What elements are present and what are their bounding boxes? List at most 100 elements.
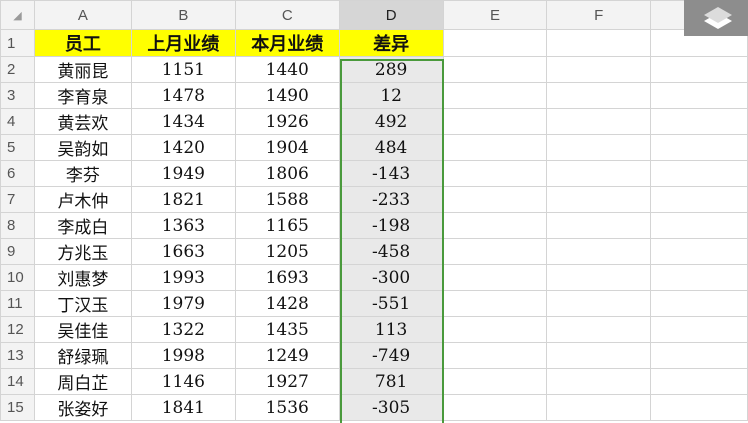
difference-cell[interactable]: 781 xyxy=(338,368,444,395)
empty-cell[interactable] xyxy=(442,394,548,421)
empty-cell[interactable] xyxy=(442,212,548,239)
this-month-cell[interactable]: 1806 xyxy=(234,160,340,187)
empty-cell[interactable] xyxy=(546,238,652,265)
row-header[interactable]: 15 xyxy=(0,394,35,421)
empty-cell[interactable] xyxy=(650,238,748,265)
column-header-d[interactable]: D xyxy=(338,0,444,30)
this-month-cell[interactable]: 1904 xyxy=(234,134,340,161)
empty-cell[interactable] xyxy=(546,134,652,161)
column-header-a[interactable]: A xyxy=(33,0,132,30)
empty-cell[interactable] xyxy=(442,290,548,317)
column-header-b[interactable]: B xyxy=(130,0,236,30)
this-month-cell[interactable]: 1165 xyxy=(234,212,340,239)
employee-cell[interactable]: 丁汉玉 xyxy=(33,290,132,317)
header-cell[interactable]: 员工 xyxy=(33,29,132,57)
empty-cell[interactable] xyxy=(650,394,748,421)
empty-cell[interactable] xyxy=(546,56,652,83)
empty-cell[interactable] xyxy=(546,212,652,239)
empty-cell[interactable] xyxy=(546,368,652,395)
row-header[interactable]: 3 xyxy=(0,82,35,109)
column-header-f[interactable]: F xyxy=(546,0,652,30)
difference-cell[interactable]: -458 xyxy=(338,238,444,265)
employee-cell[interactable]: 吴佳佳 xyxy=(33,316,132,343)
empty-cell[interactable] xyxy=(650,212,748,239)
this-month-cell[interactable]: 1693 xyxy=(234,264,340,291)
last-month-cell[interactable]: 1998 xyxy=(130,342,236,369)
empty-cell[interactable] xyxy=(546,316,652,343)
empty-cell[interactable] xyxy=(650,82,748,109)
row-header[interactable]: 8 xyxy=(0,212,35,239)
difference-cell[interactable]: 289 xyxy=(338,56,444,83)
empty-cell[interactable] xyxy=(442,56,548,83)
this-month-cell[interactable]: 1440 xyxy=(234,56,340,83)
last-month-cell[interactable]: 1993 xyxy=(130,264,236,291)
row-header[interactable]: 1 xyxy=(0,29,35,57)
row-header[interactable]: 11 xyxy=(0,290,35,317)
empty-cell[interactable] xyxy=(650,264,748,291)
last-month-cell[interactable]: 1363 xyxy=(130,212,236,239)
difference-cell[interactable]: -300 xyxy=(338,264,444,291)
row-header[interactable]: 4 xyxy=(0,108,35,135)
difference-cell[interactable]: -198 xyxy=(338,212,444,239)
difference-cell[interactable]: -749 xyxy=(338,342,444,369)
empty-cell[interactable] xyxy=(442,238,548,265)
this-month-cell[interactable]: 1927 xyxy=(234,368,340,395)
difference-cell[interactable]: -551 xyxy=(338,290,444,317)
last-month-cell[interactable]: 1420 xyxy=(130,134,236,161)
empty-cell[interactable] xyxy=(442,368,548,395)
row-header[interactable]: 9 xyxy=(0,238,35,265)
difference-cell[interactable]: 113 xyxy=(338,316,444,343)
empty-cell[interactable] xyxy=(650,134,748,161)
last-month-cell[interactable]: 1821 xyxy=(130,186,236,213)
employee-cell[interactable]: 方兆玉 xyxy=(33,238,132,265)
row-header[interactable]: 5 xyxy=(0,134,35,161)
header-cell[interactable]: 本月业绩 xyxy=(234,29,340,57)
empty-cell[interactable] xyxy=(650,342,748,369)
employee-cell[interactable]: 张姿好 xyxy=(33,394,132,421)
last-month-cell[interactable]: 1146 xyxy=(130,368,236,395)
empty-cell[interactable] xyxy=(650,368,748,395)
this-month-cell[interactable]: 1249 xyxy=(234,342,340,369)
this-month-cell[interactable]: 1490 xyxy=(234,82,340,109)
column-header-c[interactable]: C xyxy=(234,0,340,30)
empty-cell[interactable] xyxy=(442,82,548,109)
this-month-cell[interactable]: 1588 xyxy=(234,186,340,213)
empty-cell[interactable] xyxy=(650,186,748,213)
empty-cell[interactable] xyxy=(546,342,652,369)
difference-cell[interactable]: 484 xyxy=(338,134,444,161)
row-header[interactable]: 13 xyxy=(0,342,35,369)
last-month-cell[interactable]: 1151 xyxy=(130,56,236,83)
column-header-e[interactable]: E xyxy=(442,0,548,30)
empty-cell[interactable] xyxy=(442,29,548,57)
last-month-cell[interactable]: 1663 xyxy=(130,238,236,265)
employee-cell[interactable]: 黄芸欢 xyxy=(33,108,132,135)
employee-cell[interactable]: 李芬 xyxy=(33,160,132,187)
empty-cell[interactable] xyxy=(442,186,548,213)
row-header[interactable]: 12 xyxy=(0,316,35,343)
row-header[interactable]: 6 xyxy=(0,160,35,187)
last-month-cell[interactable]: 1478 xyxy=(130,82,236,109)
difference-cell[interactable]: -305 xyxy=(338,394,444,421)
this-month-cell[interactable]: 1205 xyxy=(234,238,340,265)
employee-cell[interactable]: 李成白 xyxy=(33,212,132,239)
row-header[interactable]: 10 xyxy=(0,264,35,291)
employee-cell[interactable]: 舒绿珮 xyxy=(33,342,132,369)
this-month-cell[interactable]: 1926 xyxy=(234,108,340,135)
select-all-corner[interactable]: ◢ xyxy=(0,0,35,30)
empty-cell[interactable] xyxy=(546,186,652,213)
employee-cell[interactable]: 刘惠梦 xyxy=(33,264,132,291)
empty-cell[interactable] xyxy=(442,316,548,343)
empty-cell[interactable] xyxy=(442,134,548,161)
empty-cell[interactable] xyxy=(442,342,548,369)
difference-cell[interactable]: 492 xyxy=(338,108,444,135)
last-month-cell[interactable]: 1322 xyxy=(130,316,236,343)
last-month-cell[interactable]: 1841 xyxy=(130,394,236,421)
row-header[interactable]: 14 xyxy=(0,368,35,395)
difference-cell[interactable]: -143 xyxy=(338,160,444,187)
empty-cell[interactable] xyxy=(650,108,748,135)
header-cell[interactable]: 差异 xyxy=(338,29,444,57)
employee-cell[interactable]: 周白芷 xyxy=(33,368,132,395)
employee-cell[interactable]: 黄丽昆 xyxy=(33,56,132,83)
empty-cell[interactable] xyxy=(442,264,548,291)
empty-cell[interactable] xyxy=(546,394,652,421)
